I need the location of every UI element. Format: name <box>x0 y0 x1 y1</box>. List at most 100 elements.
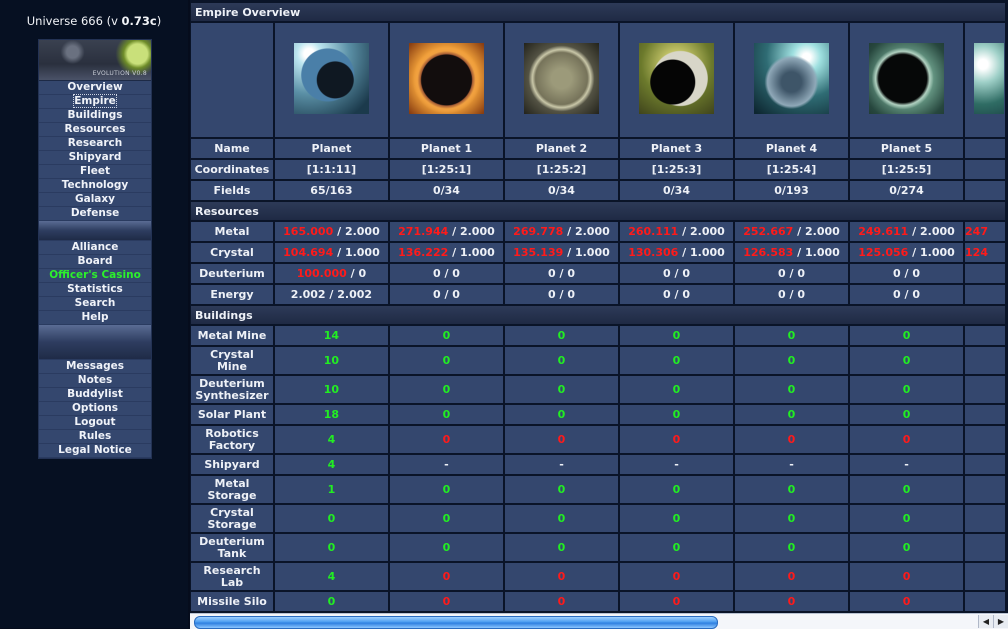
menu-item-help[interactable]: Help <box>39 311 151 325</box>
building-level: 0 <box>850 534 964 561</box>
resource-value: 0 / 0 <box>389 264 503 283</box>
building-level-value: 0 <box>672 595 681 608</box>
building-level: 0 <box>389 405 503 424</box>
building-level-value: 0 <box>327 540 336 554</box>
menu-item-overview[interactable]: Overview <box>39 81 151 95</box>
menu-item-shipyard[interactable]: Shipyard <box>39 151 151 165</box>
empty-label-cell <box>191 23 273 137</box>
planet-coordinates[interactable]: [1:25:1] <box>389 160 503 179</box>
menu-item-buddylist[interactable]: Buddylist <box>39 388 151 402</box>
scroll-right-arrow-icon[interactable]: ▶ <box>993 615 1008 628</box>
menu-item-notes[interactable]: Notes <box>39 374 151 388</box>
building-level: 0 <box>850 505 964 532</box>
resource-amount: 0 <box>547 267 556 280</box>
section-title-empire-overview-row: Empire Overview <box>191 3 1005 21</box>
planet-coordinates[interactable]: [1:25:5] <box>850 160 964 179</box>
building-level: 0 <box>850 326 964 345</box>
planet-image-yellow-green[interactable] <box>638 43 714 114</box>
menu-item-label: Search <box>74 297 116 309</box>
resource-amount: 0 <box>893 267 901 280</box>
building-level-value: 0 <box>442 511 451 525</box>
building-level <box>965 405 1005 424</box>
menu-item-options[interactable]: Options <box>39 402 151 416</box>
building-label: Missile Silo <box>197 595 267 608</box>
resource-capacity: 0 <box>682 288 690 301</box>
building-level <box>965 376 1005 403</box>
horizontal-scrollbar[interactable]: ◀ ▶ <box>190 613 1008 629</box>
building-level: 4 <box>274 426 388 453</box>
building-label: Robotics Factory <box>205 426 259 452</box>
planet-coordinates[interactable]: [1:25:2] <box>504 160 618 179</box>
menu-item-board[interactable]: Board <box>39 255 151 269</box>
resource-capacity: 0 <box>797 288 805 301</box>
building-level <box>965 505 1005 532</box>
planet-coordinates[interactable]: [1:25:4] <box>735 160 849 179</box>
menu-item-label: Logout <box>74 416 116 428</box>
menu-item-label: Statistics <box>67 283 123 295</box>
building-level-value: 4 <box>327 569 336 583</box>
row-label-crystal: Crystal <box>191 243 273 262</box>
building-level-value: 0 <box>902 511 911 525</box>
building-row-research-lab: Research Lab 4 0 0 0 0 0 <box>191 563 1005 590</box>
building-level: 0 <box>735 347 849 374</box>
row-label-fields: Fields <box>191 181 273 200</box>
resource-value: 271.944 / 2.000 <box>389 222 503 241</box>
planet-name <box>965 139 1005 158</box>
planet-image-blue[interactable] <box>293 43 369 114</box>
menu-item-label: Officer's Casino <box>49 269 141 281</box>
menu-item-buildings[interactable]: Buildings <box>39 109 151 123</box>
menu-item-label: Research <box>67 137 123 149</box>
planet-image-orange[interactable] <box>408 43 484 114</box>
resource-capacity: 0 <box>358 267 367 280</box>
planet-coordinates[interactable] <box>965 160 1005 179</box>
building-level-value: 0 <box>442 329 451 342</box>
universe-title: Universe 666 (v 0.73c) <box>0 14 188 28</box>
building-level-value: 0 <box>442 382 451 396</box>
building-level-value: 0 <box>557 382 566 396</box>
building-level-value: 0 <box>442 432 451 446</box>
separator: / <box>908 246 921 259</box>
menu-item-galaxy[interactable]: Galaxy <box>39 193 151 207</box>
resource-amount: 125.056 <box>858 246 909 259</box>
building-level: - <box>735 455 849 474</box>
menu-item-officer-s-casino[interactable]: Officer's Casino <box>39 269 151 283</box>
planet-image-teal[interactable] <box>754 43 829 114</box>
resource-value: 0 / 0 <box>504 264 618 283</box>
resource-amount: 271.944 <box>398 225 449 238</box>
menu-item-statistics[interactable]: Statistics <box>39 283 151 297</box>
building-row-crystal-mine: Crystal Mine 10 0 0 0 0 0 <box>191 347 1005 374</box>
menu-item-empire[interactable]: Empire <box>39 94 151 109</box>
planet-image-beige[interactable] <box>523 43 599 114</box>
building-level: 0 <box>389 476 503 503</box>
menu-item-fleet[interactable]: Fleet <box>39 165 151 179</box>
menu-item-search[interactable]: Search <box>39 297 151 311</box>
menu-item-messages[interactable]: Messages <box>39 360 151 374</box>
menu-item-rules[interactable]: Rules <box>39 430 151 444</box>
resource-capacity: 1.000 <box>574 246 610 259</box>
menu-item-resources[interactable]: Resources <box>39 123 151 137</box>
building-level: 0 <box>735 534 849 561</box>
building-level: 0 <box>735 426 849 453</box>
planet-image-partial[interactable] <box>974 43 1005 114</box>
resource-capacity: 0 <box>452 288 460 301</box>
menu-item-legal-notice[interactable]: Legal Notice <box>39 444 151 458</box>
resource-value: 247 <box>965 222 1005 241</box>
building-row-solar-plant: Solar Plant 18 0 0 0 0 0 <box>191 405 1005 424</box>
menu-item-technology[interactable]: Technology <box>39 179 151 193</box>
separator: / <box>678 246 690 259</box>
menu-item-defense[interactable]: Defense <box>39 207 151 221</box>
menu-item-alliance[interactable]: Alliance <box>39 241 151 255</box>
row-label-name: Name <box>191 139 273 158</box>
scrollbar-thumb[interactable] <box>194 616 718 629</box>
menu-item-logout[interactable]: Logout <box>39 416 151 430</box>
resource-value: 0 / 0 <box>504 285 618 304</box>
building-level-value: 0 <box>787 569 796 583</box>
scroll-left-arrow-icon[interactable]: ◀ <box>978 615 993 628</box>
resource-amount: 126.583 <box>743 246 794 259</box>
planet-coordinates[interactable]: [1:25:3] <box>619 160 733 179</box>
planet-image-green-dark[interactable] <box>869 43 945 114</box>
building-label: Crystal Mine <box>210 347 254 373</box>
menu-item-research[interactable]: Research <box>39 137 151 151</box>
planet-coordinates[interactable]: [1:1:11] <box>274 160 388 179</box>
building-level-value: 0 <box>557 408 566 421</box>
